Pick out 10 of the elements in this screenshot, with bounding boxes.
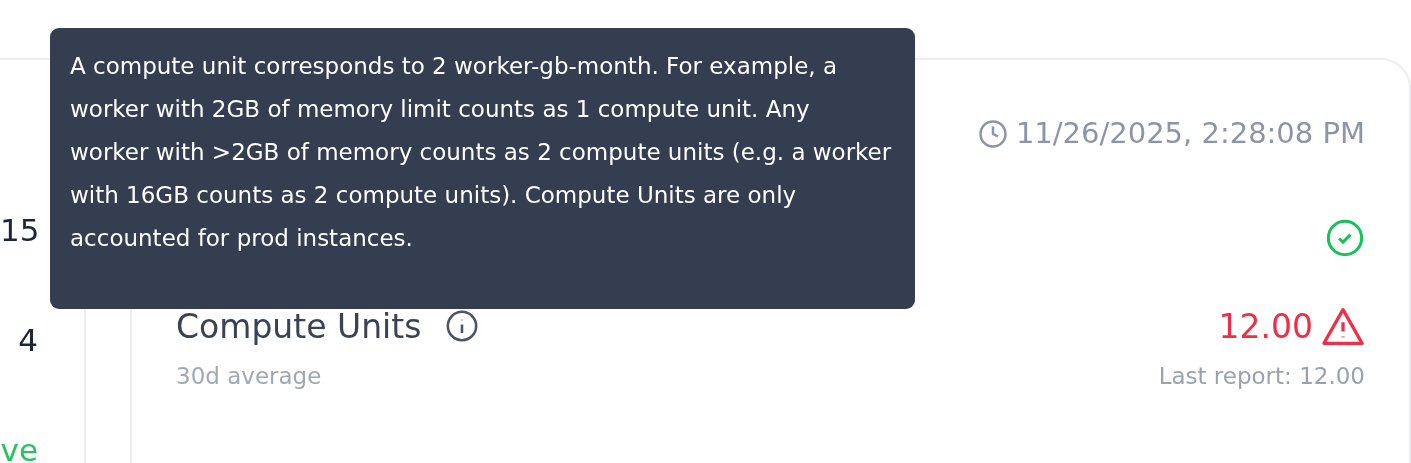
info-icon[interactable] [445,309,480,344]
last-report: Last report: 12.00 [1158,362,1365,391]
count-value: 4 [18,322,38,358]
tooltip: A compute unit corresponds to 2 worker-gb-month. For example, a worker with 2GB of memory limit counts as 1 compute unit. Any worker with >2GB of memory counts as 2 compute units (e.g. a worker with 16GB counts as 2 compute units). Compute Units are only accounted for prod instances. [50,28,915,309]
timestamp: 11/26/2025, 2:28:08 PM [1015,115,1365,152]
status-text: ve [0,432,38,463]
metric-value: 12.00 [1218,305,1313,348]
metric-sublabel: 30d average [176,362,323,391]
count-value: 15 [0,212,40,248]
clock-icon [977,118,1008,149]
